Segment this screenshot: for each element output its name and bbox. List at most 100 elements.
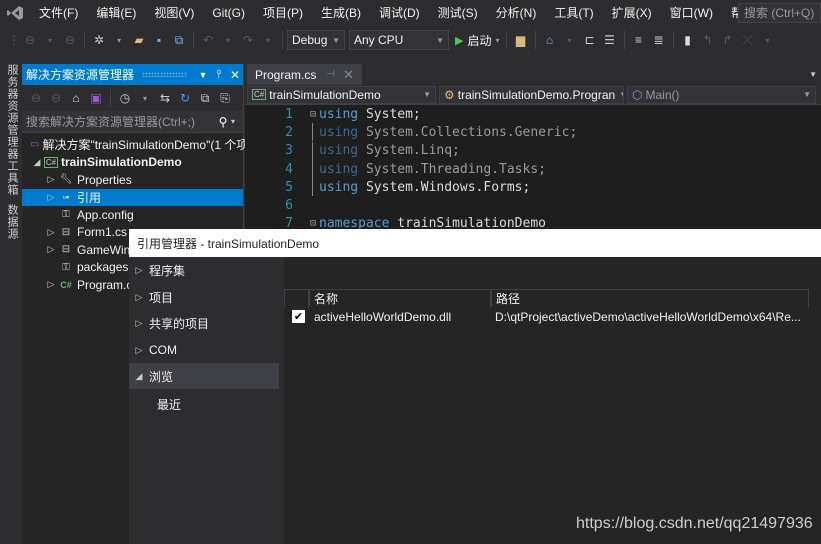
back-icon[interactable]: ⊖ <box>28 87 44 109</box>
refresh-icon[interactable]: ↻ <box>177 87 193 109</box>
server-explorer-tab[interactable]: 服务器资源管理器 <box>2 64 20 160</box>
column-header-path[interactable]: 路径 <box>491 289 809 307</box>
solution-explorer-search[interactable]: 搜索解决方案资源管理器(Ctrl+;) ⚲ ▾ <box>22 111 243 133</box>
reference-name[interactable]: activeHelloWorldDemo.dll <box>314 308 451 326</box>
member-dropdown[interactable]: ⬡ Main() ▼ <box>627 85 817 104</box>
close-icon[interactable]: ✕ <box>343 67 354 83</box>
tree-node-solution[interactable]: ▭ 解决方案"trainSimulationDemo"(1 个项 <box>22 136 248 154</box>
tab-program-cs[interactable]: Program.cs ⊣ ✕ <box>247 64 362 85</box>
menu-tools[interactable]: 工具(T) <box>545 0 602 26</box>
menu-git[interactable]: Git(G) <box>203 0 254 26</box>
tab-label: Program.cs <box>255 67 317 82</box>
indent-button[interactable]: ≣ <box>651 29 667 51</box>
tree-node-references[interactable]: ▷ ▫▪ 引用 <box>22 188 243 206</box>
back-dropdown-icon[interactable]: ▾ <box>42 29 58 51</box>
search-input[interactable]: 搜索 (Ctrl+Q) <box>738 3 821 23</box>
menu-file[interactable]: 文件(F) <box>30 0 87 26</box>
reference-checkbox[interactable]: ✔ <box>292 310 305 323</box>
window-position-dropdown-icon[interactable]: ▼ <box>195 70 211 80</box>
overflow-icon[interactable]: ▾ <box>760 29 776 51</box>
toolbox-tab[interactable]: 工具箱 <box>2 160 20 196</box>
pending-changes-filter-icon[interactable]: ◷ <box>117 87 133 109</box>
forward-icon[interactable]: ⊖ <box>48 87 64 109</box>
comment-button[interactable]: ⊏ <box>582 29 598 51</box>
code-area[interactable]: 1 ⊟ using System; 2 using System.Collections… <box>245 105 821 233</box>
prev-bookmark-button[interactable]: ↰ <box>700 29 716 51</box>
collapsed-triangle-icon[interactable]: ▷ <box>44 244 58 255</box>
save-button[interactable]: ▪ <box>151 29 167 51</box>
solution-explorer-toolbar: ⊖ ⊖ ⌂ ▣ ◷ ▾ ⇆ ↻ ⧉ ⎘ <box>22 85 243 111</box>
tree-node-project[interactable]: ◢ C# trainSimulationDemo <box>22 154 243 172</box>
browser-link-button[interactable]: ⌂ <box>542 29 558 51</box>
back-button[interactable]: ⊖ <box>22 29 38 51</box>
category-recent[interactable]: 最近 <box>129 391 279 417</box>
configuration-dropdown[interactable]: Debug ▼ <box>287 30 345 50</box>
find-in-files-button[interactable]: ▆ <box>513 29 529 51</box>
pin-icon[interactable]: ⊣ <box>326 69 335 80</box>
redo-dropdown-icon[interactable]: ▾ <box>260 29 276 51</box>
code-line[interactable]: 3 using System.Linq; <box>245 141 821 160</box>
menu-debug[interactable]: 调试(D) <box>370 0 429 26</box>
data-sources-tab[interactable]: 数据源 <box>2 204 20 240</box>
menu-test[interactable]: 测试(S) <box>429 0 487 26</box>
collapsed-triangle-icon[interactable]: ▷ <box>44 279 58 290</box>
new-dropdown-icon[interactable]: ▾ <box>111 29 127 51</box>
category-browse[interactable]: ◢ 浏览 <box>129 363 279 389</box>
platform-dropdown[interactable]: Any CPU ▼ <box>349 30 449 50</box>
home-icon[interactable]: ⌂ <box>68 87 84 109</box>
menu-analyze[interactable]: 分析(N) <box>487 0 546 26</box>
code-line[interactable]: 2 using System.Collections.Generic; <box>245 123 821 142</box>
category-assemblies[interactable]: ▷ 程序集 <box>129 257 279 283</box>
code-line[interactable]: 1 ⊟ using System; <box>245 105 821 123</box>
chevron-down-icon[interactable]: ▾ <box>137 87 153 109</box>
collapsed-triangle-icon[interactable]: ▷ <box>44 174 58 185</box>
search-options-dropdown-icon[interactable]: ▾ <box>231 117 243 126</box>
outdent-button[interactable]: ≡ <box>631 29 647 51</box>
open-folder-button[interactable]: ▰ <box>131 29 147 51</box>
save-all-button[interactable]: ⧉ <box>171 29 187 51</box>
fold-toggle-icon[interactable]: ⊟ <box>307 109 319 120</box>
close-icon[interactable]: ✕ <box>227 68 243 82</box>
sync-icon[interactable]: ⇆ <box>157 87 173 109</box>
forward-button[interactable]: ⊖ <box>62 29 78 51</box>
expanded-triangle-icon[interactable]: ◢ <box>30 157 44 168</box>
next-bookmark-button[interactable]: ↱ <box>720 29 736 51</box>
type-dropdown[interactable]: ⚙ trainSimulationDemo.Progran ▼ <box>439 85 625 104</box>
menu-extensions[interactable]: 扩展(X) <box>603 0 661 26</box>
new-project-button[interactable]: ✲ <box>91 29 107 51</box>
tab-list-dropdown-icon[interactable]: ▼ <box>809 70 821 85</box>
bookmark-button[interactable]: ▮ <box>680 29 696 51</box>
collapse-all-icon[interactable]: ⧉ <box>197 87 213 109</box>
project-dropdown[interactable]: C# trainSimulationDemo ▼ <box>247 85 436 104</box>
code-line[interactable]: 5 using System.Windows.Forms; <box>245 178 821 197</box>
code-line[interactable]: 4 using System.Threading.Tasks; <box>245 160 821 179</box>
config-file-icon: ⚿ <box>62 261 70 273</box>
tree-node-app-config[interactable]: ⚿ App.config <box>22 206 243 224</box>
pin-icon[interactable]: ⫯ <box>211 67 227 82</box>
collapsed-triangle-icon[interactable]: ▷ <box>44 227 58 238</box>
menu-build[interactable]: 生成(B) <box>312 0 370 26</box>
search-icon[interactable]: ⚲ <box>215 115 231 129</box>
undo-button[interactable]: ↶ <box>200 29 216 51</box>
menu-edit[interactable]: 编辑(E) <box>87 0 145 26</box>
overflow-icon[interactable]: ▾ <box>562 29 578 51</box>
tree-node-properties[interactable]: ▷ 🔧︎ Properties <box>22 171 243 189</box>
menu-project[interactable]: 项目(P) <box>254 0 312 26</box>
column-header-name[interactable]: 名称 <box>309 289 491 307</box>
category-projects[interactable]: ▷ 项目 <box>129 284 279 310</box>
undo-dropdown-icon[interactable]: ▾ <box>220 29 236 51</box>
format-button[interactable]: ☰ <box>602 29 618 51</box>
redo-button[interactable]: ↷ <box>240 29 256 51</box>
clear-bookmarks-button[interactable]: ⤫ <box>740 29 756 51</box>
menu-window[interactable]: 窗口(W) <box>661 0 722 26</box>
collapsed-triangle-icon[interactable]: ▷ <box>44 192 58 203</box>
show-all-files-icon[interactable]: ⎘ <box>217 87 233 109</box>
start-button[interactable]: ▶ 启动 ▾ <box>455 29 500 51</box>
menu-view[interactable]: 视图(V) <box>145 0 203 26</box>
switch-views-icon[interactable]: ▣ <box>88 87 104 109</box>
category-shared-projects[interactable]: ▷ 共享的项目 <box>129 310 279 336</box>
code-line[interactable]: 6 <box>245 196 821 214</box>
drag-grip[interactable] <box>142 72 187 77</box>
category-com[interactable]: ▷ COM <box>129 337 279 363</box>
fold-toggle-icon[interactable]: ⊟ <box>307 218 319 229</box>
